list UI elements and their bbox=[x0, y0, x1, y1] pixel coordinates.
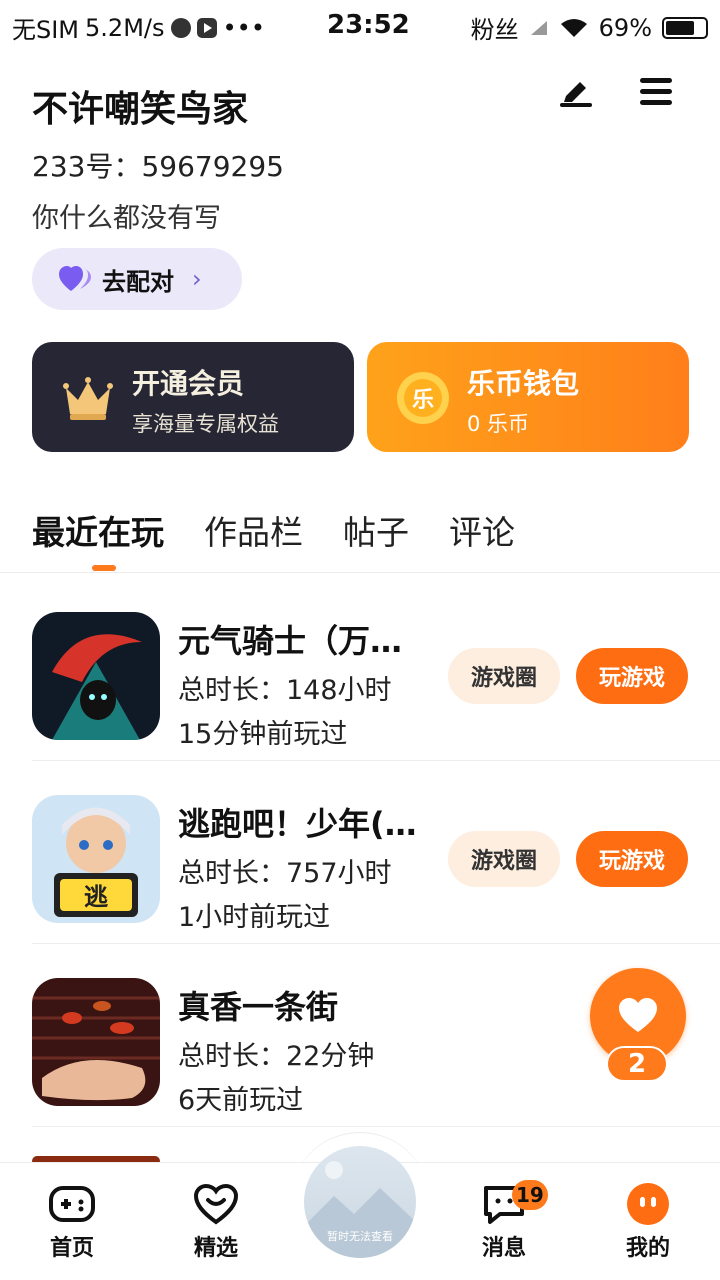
media-icon bbox=[196, 17, 217, 38]
nav-messages-label: 消息 bbox=[481, 1236, 526, 1261]
more-dots-icon: ••• bbox=[222, 13, 265, 42]
vip-title: 开通会员 bbox=[132, 367, 245, 400]
coin-title: 乐币钱包 bbox=[467, 367, 580, 400]
nav-home[interactable]: 首页 bbox=[22, 1182, 122, 1262]
heart-pair-icon bbox=[59, 266, 91, 291]
chevron-right-icon: › bbox=[192, 265, 202, 293]
signal-icon bbox=[530, 20, 547, 35]
tab-works[interactable]: 作品栏 bbox=[204, 506, 303, 554]
game-title: 元气骑士（万… bbox=[178, 622, 403, 660]
nav-home-label: 首页 bbox=[49, 1236, 94, 1261]
game-icon-text: 逃 bbox=[84, 883, 108, 911]
game-circle-button[interactable]: 游戏圈 bbox=[448, 648, 560, 704]
play-game-button[interactable]: 玩游戏 bbox=[576, 831, 688, 887]
profile-face-icon bbox=[627, 1183, 669, 1225]
game-title: 真香一条街 bbox=[178, 988, 339, 1026]
heart-outline-icon bbox=[193, 1183, 239, 1225]
heart-icon bbox=[619, 998, 657, 1032]
gamepad-icon bbox=[49, 1186, 95, 1222]
play-game-button[interactable]: 玩游戏 bbox=[576, 648, 688, 704]
game-duration: 总时长：148小时 bbox=[178, 675, 392, 706]
status-bar: 无SIM 5.2M/s ••• 23:52 粉丝 69% bbox=[0, 0, 720, 52]
coin-balance: 0 乐币 bbox=[467, 412, 530, 436]
row-divider bbox=[32, 1126, 720, 1127]
game-icon: 逃 bbox=[32, 795, 160, 923]
game-icon bbox=[32, 978, 160, 1106]
profile-tabs: 最近在玩 作品栏 帖子 评论 bbox=[32, 506, 515, 554]
menu-button[interactable] bbox=[636, 72, 676, 112]
game-last-played: 15分钟前玩过 bbox=[178, 719, 348, 750]
game-title: 逃跑吧！少年(… bbox=[178, 805, 417, 843]
nav-featured[interactable]: 精选 bbox=[166, 1182, 266, 1262]
hamburger-icon bbox=[640, 78, 672, 105]
match-label: 去配对 bbox=[102, 267, 174, 296]
tab-recent[interactable]: 最近在玩 bbox=[32, 506, 164, 554]
pencil-icon bbox=[560, 82, 592, 107]
match-button[interactable]: 去配对 › bbox=[32, 248, 242, 310]
edit-profile-button[interactable] bbox=[556, 70, 596, 110]
nav-me-label: 我的 bbox=[625, 1236, 670, 1261]
carrier-text: 无SIM bbox=[12, 16, 80, 44]
game-icon bbox=[32, 612, 160, 740]
game-last-played: 1小时前玩过 bbox=[178, 902, 331, 933]
username: 不许嘲笑鸟家 bbox=[32, 89, 249, 130]
game-row[interactable]: 逃 逃跑吧！少年(… 总时长：757小时 1小时前玩过 游戏圈 玩游戏 bbox=[0, 761, 720, 944]
message-badge: 19 bbox=[512, 1180, 548, 1210]
game-duration: 总时长：22分钟 bbox=[178, 1041, 375, 1072]
network-speed: 5.2M/s bbox=[85, 13, 165, 42]
vip-subtitle: 享海量专属权益 bbox=[132, 412, 279, 436]
status-left: 无SIM 5.2M/s ••• bbox=[12, 10, 265, 45]
like-count-badge: 2 bbox=[606, 1046, 668, 1082]
coin-icon: 乐 bbox=[397, 372, 449, 424]
coin-icon-text: 乐 bbox=[412, 388, 434, 413]
browser-icon bbox=[170, 17, 191, 38]
game-circle-button[interactable]: 游戏圈 bbox=[448, 831, 560, 887]
tab-comments[interactable]: 评论 bbox=[449, 506, 515, 554]
user-bio: 你什么都没有写 bbox=[32, 203, 221, 234]
coin-wallet-card[interactable]: 乐 乐币钱包 0 乐币 bbox=[367, 342, 689, 452]
battery-icon bbox=[662, 16, 708, 39]
nav-center-button[interactable]: 暂时无法查看 bbox=[304, 1146, 416, 1258]
vip-card[interactable]: 开通会员 享海量专属权益 bbox=[32, 342, 354, 452]
crown-icon bbox=[63, 377, 113, 420]
game-duration: 总时长：757小时 bbox=[178, 858, 392, 889]
nav-me[interactable]: 我的 bbox=[598, 1182, 698, 1262]
nav-featured-label: 精选 bbox=[193, 1236, 238, 1261]
game-last-played: 6天前玩过 bbox=[178, 1085, 304, 1116]
clock: 23:52 bbox=[327, 10, 410, 40]
wifi-icon bbox=[560, 18, 587, 37]
game-row[interactable]: 元气骑士（万… 总时长：148小时 15分钟前玩过 游戏圈 玩游戏 bbox=[0, 578, 720, 761]
status-right: 粉丝 69% bbox=[471, 10, 708, 45]
nav-center-label: 暂时无法查看 bbox=[327, 1230, 393, 1243]
tab-posts[interactable]: 帖子 bbox=[343, 506, 409, 554]
tab-indicator bbox=[92, 565, 116, 571]
fans-label: 粉丝 bbox=[470, 16, 519, 44]
user-id: 233号：59679295 bbox=[32, 150, 284, 183]
tabs-divider bbox=[0, 572, 720, 573]
battery-percent: 69% bbox=[598, 13, 652, 42]
